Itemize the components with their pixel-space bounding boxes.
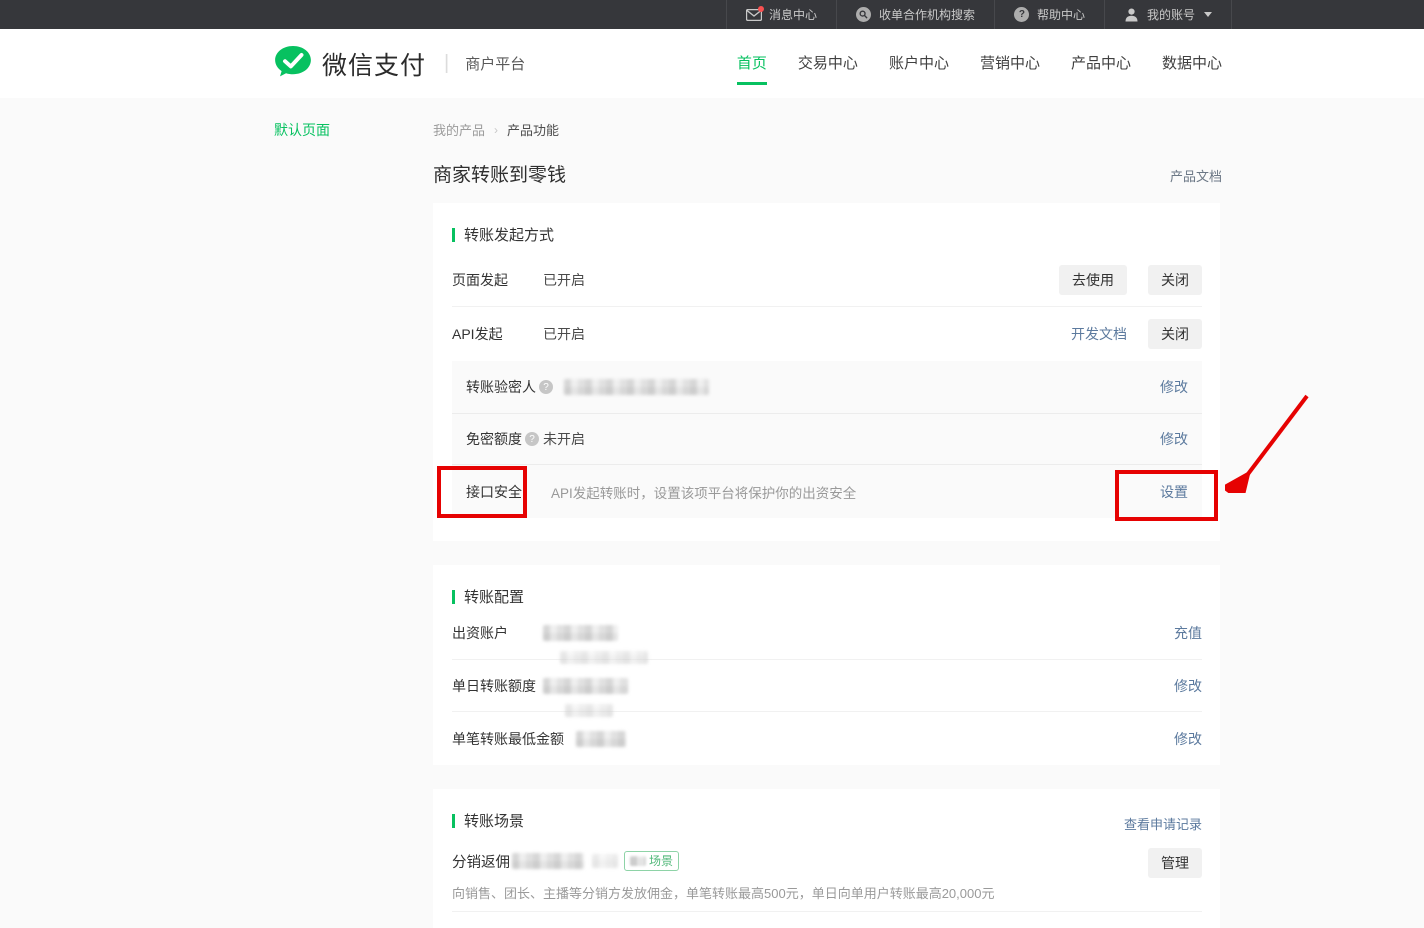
platform-name: 商户平台 [465,53,525,74]
transfer-scene-section-header: 转账场景 [452,810,524,831]
min-modify-link[interactable]: 修改 [1174,729,1202,749]
transfer-scene-card: 转账场景 查看申请记录 分销返佣 场景 管理 向销售、团长、主播等分销方发放佣金… [433,789,1220,928]
scene-description: 向销售、团长、主播等分销方发放佣金，单笔转账最高500元，单日向单用户转账最高2… [452,883,994,902]
message-center-label: 消息中心 [769,6,817,23]
help-center-label: 帮助中心 [1037,6,1085,23]
go-use-button[interactable]: 去使用 [1059,265,1127,295]
transfer-verifier-row: 转账验密人 ? 修改 [452,361,1202,413]
nav-data-center[interactable]: 数据中心 [1162,29,1222,98]
redacted-value [564,379,709,395]
distribution-rebate-row: 分销返佣 场景 [452,846,679,876]
redacted-value [543,625,618,641]
main-header: 微信支付 | 商户平台 首页 交易中心 账户中心 营销中心 产品中心 数据中心 [0,29,1424,98]
api-initiate-status: 已开启 [543,324,585,344]
redacted-value [630,856,646,866]
product-doc-link[interactable]: 产品文档 [1170,166,1222,185]
breadcrumb-my-products[interactable]: 我的产品 [433,120,485,139]
chevron-down-icon [1204,12,1212,17]
divider [452,911,1202,912]
section-title: 转账发起方式 [464,224,554,245]
dev-doc-link[interactable]: 开发文档 [1071,324,1127,344]
brand-divider: | [444,52,449,75]
page-initiate-row: 页面发起 已开启 去使用 关闭 [452,254,1202,307]
search-icon [856,7,872,23]
help-icon[interactable]: ? [539,380,553,394]
user-icon [1124,7,1140,23]
transfer-config-section-header: 转账配置 [452,586,524,607]
api-settings-panel: 转账验密人 ? 修改 免密额度 ? 未开启 修改 接口安全 API发起转账时，设… [452,361,1202,518]
breadcrumb-separator-icon: › [494,123,498,137]
view-application-records-link[interactable]: 查看申请记录 [1124,814,1202,833]
min-amount-label: 单笔转账最低金额 [452,729,564,749]
section-accent-bar [452,228,455,242]
section-accent-bar [452,590,455,604]
help-icon: ? [1014,7,1030,23]
verifier-modify-link[interactable]: 修改 [1160,377,1188,397]
page-initiate-label: 页面发起 [452,270,543,290]
redacted-value [543,678,628,694]
my-account-item[interactable]: 我的账号 [1104,0,1231,29]
breadcrumb-product-features: 产品功能 [507,120,559,139]
annotation-arrow-icon [1225,388,1320,493]
recharge-link[interactable]: 充值 [1174,623,1202,643]
funding-account-label: 出资账户 [452,623,543,643]
nav-marketing-center[interactable]: 营销中心 [980,29,1040,98]
api-initiate-row: API发起 已开启 开发文档 关闭 [452,307,1202,361]
redacted-value [592,854,618,868]
security-settings-link[interactable]: 设置 [1160,482,1188,502]
top-utility-bar: 消息中心 收单合作机构搜索 ? 帮助中心 我的账号 [0,0,1424,29]
nav-home[interactable]: 首页 [737,29,767,98]
api-close-button[interactable]: 关闭 [1148,319,1202,349]
interface-security-desc: API发起转账时，设置该项平台将保护你的出资安全 [551,482,856,502]
daily-limit-label: 单日转账额度 [452,676,543,696]
wechat-pay-logo-icon [274,45,312,82]
nopass-limit-row: 免密额度 ? 未开启 修改 [452,413,1202,465]
section-title: 转账配置 [464,586,524,607]
message-icon [746,7,762,23]
sidebar-item-default-page[interactable]: 默认页面 [274,120,330,140]
api-initiate-label: API发起 [452,324,543,344]
min-amount-row: 单笔转账最低金额 修改 [452,712,1202,765]
nav-transaction-center[interactable]: 交易中心 [798,29,858,98]
transfer-method-section-header: 转账发起方式 [452,224,554,245]
my-account-label: 我的账号 [1147,6,1195,23]
acquiring-search-item[interactable]: 收单合作机构搜索 [836,0,994,29]
interface-security-row: 接口安全 API发起转账时，设置该项平台将保护你的出资安全 设置 [452,465,1202,518]
scene-tag: 场景 [624,851,679,871]
nopass-limit-label: 免密额度 [466,429,522,449]
transfer-config-card: 转账配置 出资账户 充值 单日转账额度 修改 单笔转账最低金额 修改 [433,565,1220,765]
transfer-verifier-label: 转账验密人 [466,377,536,397]
top-utility-group: 消息中心 收单合作机构搜索 ? 帮助中心 我的账号 [726,0,1232,29]
daily-modify-link[interactable]: 修改 [1174,676,1202,696]
section-accent-bar [452,814,455,828]
unread-badge [758,6,764,12]
nopass-modify-link[interactable]: 修改 [1160,429,1188,449]
scene-tag-label: 场景 [649,853,673,869]
page-close-button[interactable]: 关闭 [1148,265,1202,295]
wechat-pay-merchant-platform: 消息中心 收单合作机构搜索 ? 帮助中心 我的账号 [0,0,1424,928]
distribution-rebate-label: 分销返佣 [452,851,510,872]
acquiring-search-label: 收单合作机构搜索 [879,6,975,23]
interface-security-label: 接口安全 [466,482,522,502]
transfer-method-card: 转账发起方式 页面发起 已开启 去使用 关闭 API发起 已开启 开发文档 关闭… [433,203,1220,541]
section-title: 转账场景 [464,810,524,831]
nav-account-center[interactable]: 账户中心 [889,29,949,98]
main-nav: 首页 交易中心 账户中心 营销中心 产品中心 数据中心 [737,29,1222,98]
help-center-item[interactable]: ? 帮助中心 [994,0,1104,29]
breadcrumb: 我的产品 › 产品功能 [433,120,559,139]
nav-product-center[interactable]: 产品中心 [1071,29,1131,98]
redacted-value [512,853,584,869]
brand-name: 微信支付 [322,46,426,82]
page-initiate-status: 已开启 [543,270,585,290]
help-icon[interactable]: ? [525,432,539,446]
page-title: 商家转账到零钱 [433,160,566,187]
nopass-limit-status: 未开启 [543,429,585,449]
message-center-item[interactable]: 消息中心 [726,0,836,29]
manage-button[interactable]: 管理 [1148,848,1202,878]
brand-area[interactable]: 微信支付 | 商户平台 [274,29,525,98]
redacted-value [576,731,626,747]
